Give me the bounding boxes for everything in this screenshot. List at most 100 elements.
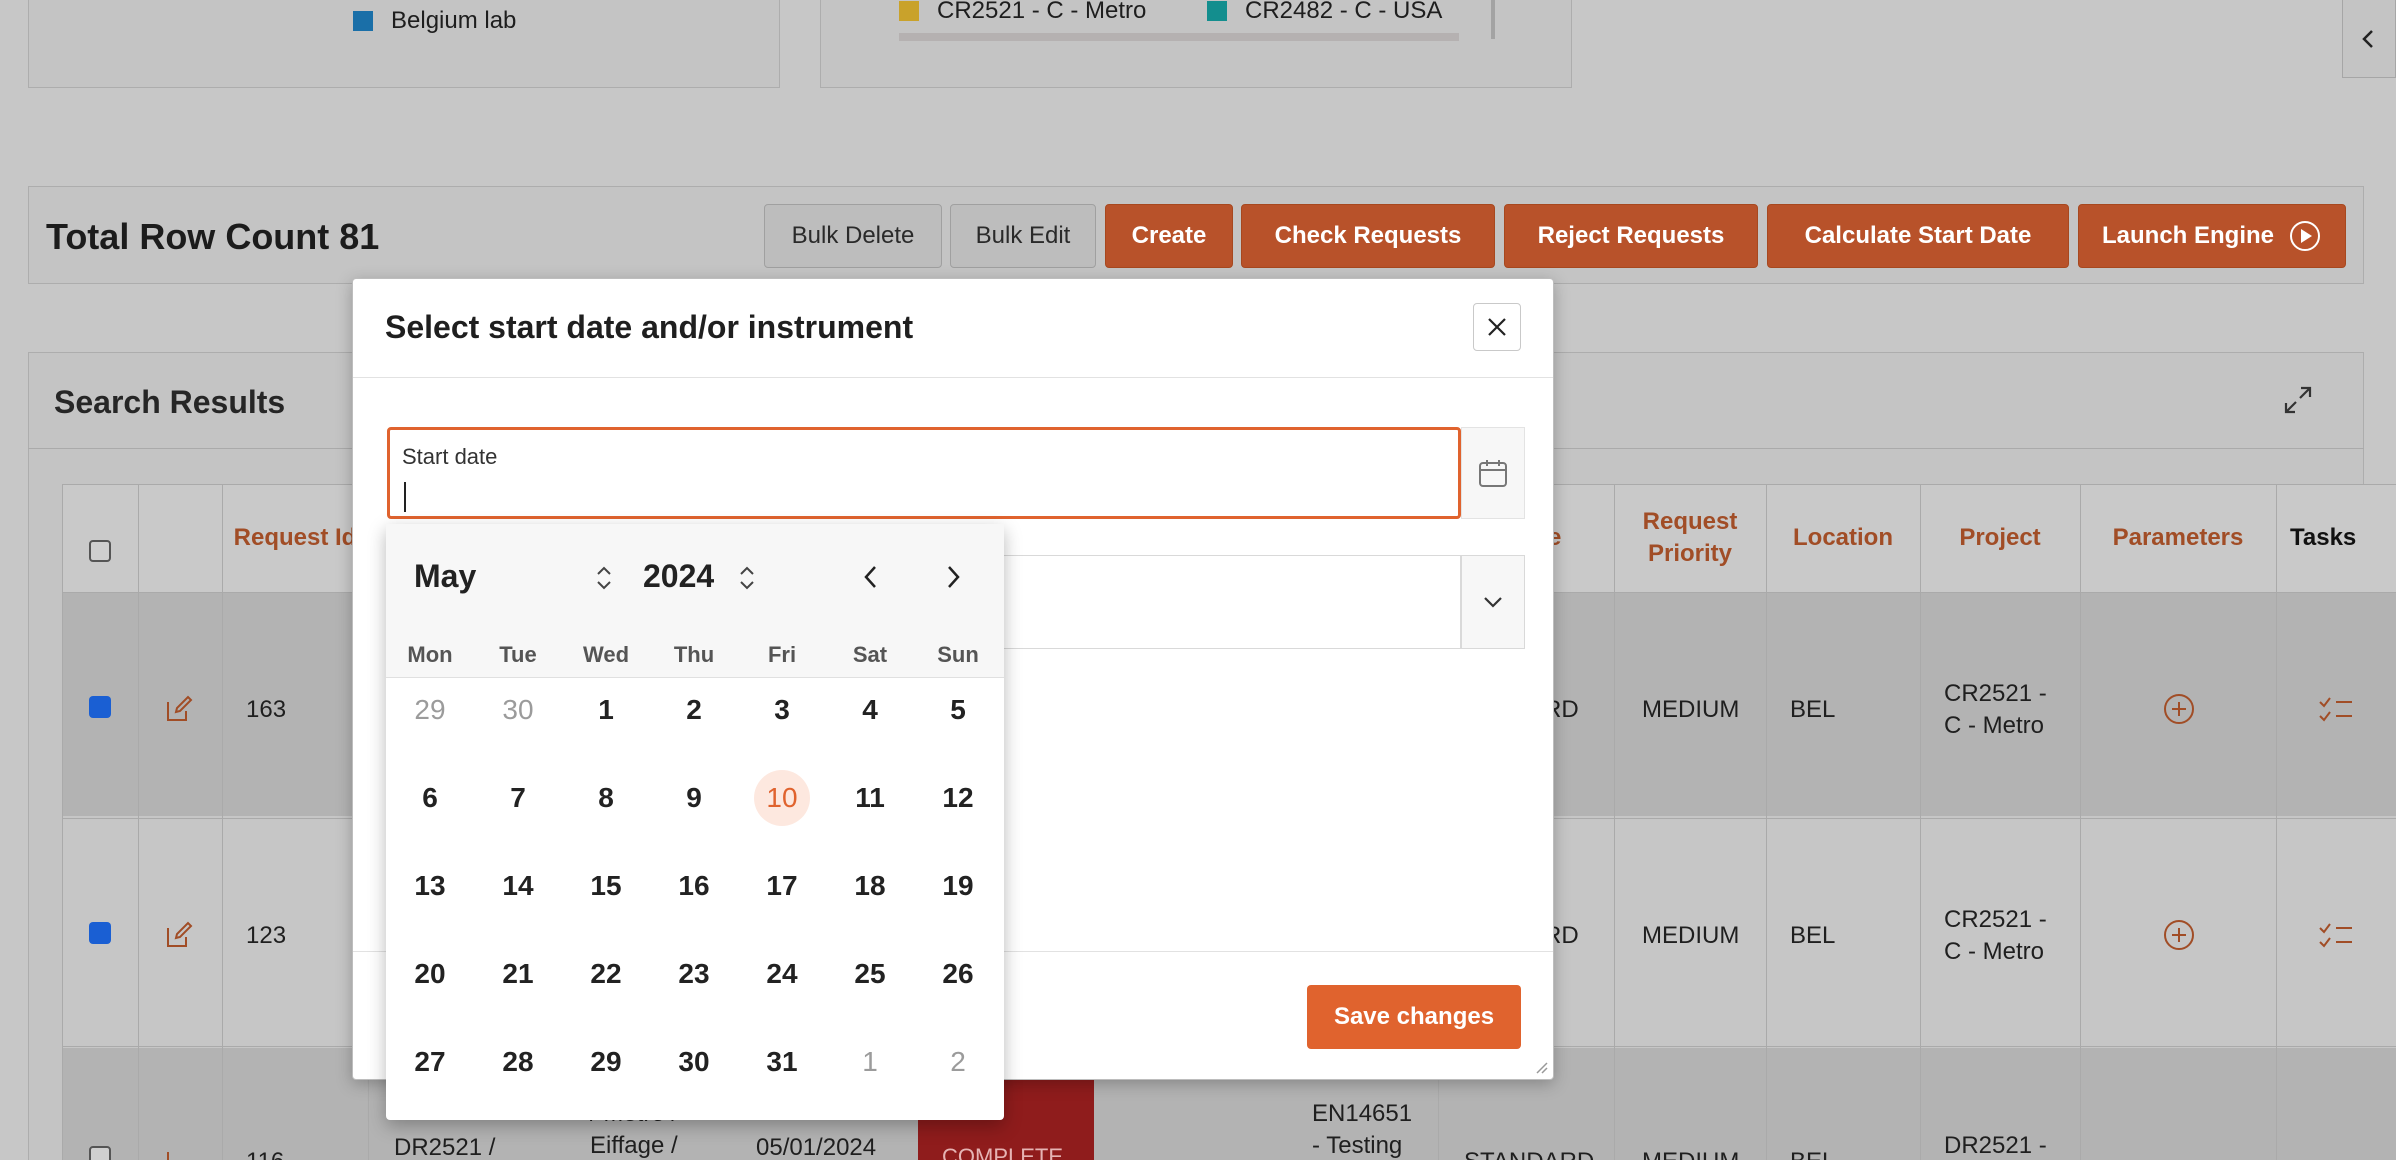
day-cell[interactable]: 22 xyxy=(562,946,650,1002)
day-cell[interactable]: 31 xyxy=(738,1034,826,1090)
day-cell[interactable]: 29 xyxy=(386,682,474,738)
day-cell[interactable]: 15 xyxy=(562,858,650,914)
day-number: 12 xyxy=(942,782,974,813)
legend-swatch xyxy=(353,11,373,31)
launch-engine-button[interactable]: Launch Engine xyxy=(2078,204,2346,268)
day-cell[interactable]: 7 xyxy=(474,770,562,826)
day-cell[interactable]: 27 xyxy=(386,1034,474,1090)
day-cell[interactable]: 30 xyxy=(474,682,562,738)
column-header-request-id[interactable]: Request Id xyxy=(222,484,368,592)
day-cell[interactable]: 20 xyxy=(386,946,474,1002)
day-cell[interactable]: 25 xyxy=(826,946,914,1002)
edit-icon[interactable] xyxy=(164,920,194,950)
cell-priority: MEDIUM xyxy=(1642,922,1740,949)
day-number: 7 xyxy=(510,782,526,813)
day-cell[interactable]: 14 xyxy=(474,858,562,914)
tasks-checklist-icon[interactable] xyxy=(2318,920,2354,950)
open-calendar-button[interactable] xyxy=(1461,427,1525,519)
column-header-parameters[interactable]: Parameters xyxy=(2080,484,2276,592)
cell-priority: MEDIUM xyxy=(1642,1146,1739,1160)
day-cell[interactable]: 24 xyxy=(738,946,826,1002)
day-number: 17 xyxy=(766,870,798,901)
day-number: 19 xyxy=(942,870,974,901)
column-header-tasks[interactable]: Tasks xyxy=(2290,484,2396,592)
day-cell[interactable]: 30 xyxy=(650,1034,738,1090)
year-updown-icon[interactable] xyxy=(737,564,757,592)
edit-icon[interactable] xyxy=(164,1144,194,1160)
chart-card-right: CR2521 - C - Metro CR2482 - C - USA xyxy=(820,0,1572,88)
day-cell[interactable]: 13 xyxy=(386,858,474,914)
row-checkbox[interactable] xyxy=(89,696,111,718)
edit-icon[interactable] xyxy=(164,694,194,724)
chevron-left-icon xyxy=(864,566,876,588)
legend-scrollbar[interactable] xyxy=(1491,0,1495,39)
save-changes-button[interactable]: Save changes xyxy=(1307,985,1521,1049)
cell-method: EN14651 - Testing xyxy=(1312,1100,1413,1159)
day-cell[interactable]: 23 xyxy=(650,946,738,1002)
create-button[interactable]: Create xyxy=(1105,204,1233,268)
calculate-start-date-button[interactable]: Calculate Start Date xyxy=(1767,204,2069,268)
day-cell[interactable]: 6 xyxy=(386,770,474,826)
add-parameter-icon[interactable] xyxy=(2162,918,2196,952)
cell-date: 05/01/2024 xyxy=(756,1134,877,1160)
row-checkbox[interactable] xyxy=(89,1146,111,1160)
day-cell[interactable]: 4 xyxy=(826,682,914,738)
day-cell[interactable]: 18 xyxy=(826,858,914,914)
row-checkbox[interactable] xyxy=(89,922,111,944)
cell-location: BEL xyxy=(1790,696,1836,723)
start-date-label: Start date xyxy=(402,444,498,469)
day-cell[interactable]: 19 xyxy=(914,858,1002,914)
day-cell[interactable]: 11 xyxy=(826,770,914,826)
next-month-button[interactable] xyxy=(938,562,968,592)
legend-swatch xyxy=(899,1,919,21)
legend-label: CR2482 - C - USA xyxy=(1245,0,1443,24)
day-number: 28 xyxy=(502,1046,534,1077)
check-requests-button[interactable]: Check Requests xyxy=(1241,204,1495,268)
day-cell[interactable]: 12 xyxy=(914,770,1002,826)
day-cell[interactable]: 1 xyxy=(562,682,650,738)
column-header-project[interactable]: Project xyxy=(1920,484,2080,592)
start-date-field[interactable]: Start date xyxy=(387,427,1461,519)
day-cell[interactable]: 26 xyxy=(914,946,1002,1002)
select-all-checkbox[interactable] xyxy=(89,540,111,562)
day-cell[interactable]: 16 xyxy=(650,858,738,914)
close-icon xyxy=(1488,318,1506,336)
text-caret xyxy=(404,482,406,512)
day-cell[interactable]: 9 xyxy=(650,770,738,826)
legend-overflow xyxy=(899,33,1459,41)
day-cell[interactable]: 2 xyxy=(650,682,738,738)
total-row-count: Total Row Count 81 xyxy=(46,216,380,257)
tasks-checklist-icon[interactable] xyxy=(2318,694,2354,724)
close-modal-button[interactable] xyxy=(1473,303,1521,351)
day-cell[interactable]: 3 xyxy=(738,682,826,738)
modal-header-divider xyxy=(353,377,1553,378)
column-header-request-priority[interactable]: Request Priority xyxy=(1614,484,1766,592)
add-parameter-icon[interactable] xyxy=(2162,692,2196,726)
search-results-title: Search Results xyxy=(54,384,286,420)
bulk-delete-button[interactable]: Bulk Delete xyxy=(764,204,942,268)
day-cell-today[interactable]: 10 xyxy=(738,770,826,826)
day-cell[interactable]: 29 xyxy=(562,1034,650,1090)
day-cell[interactable]: 5 xyxy=(914,682,1002,738)
day-number: 11 xyxy=(855,782,885,813)
instrument-dropdown-button[interactable] xyxy=(1461,555,1525,649)
month-select[interactable]: May xyxy=(414,558,476,595)
day-cell[interactable]: 1 xyxy=(826,1034,914,1090)
calendar-icon xyxy=(1479,460,1507,487)
day-cell[interactable]: 8 xyxy=(562,770,650,826)
column-header-location[interactable]: Location xyxy=(1766,484,1920,592)
day-cell[interactable]: 28 xyxy=(474,1034,562,1090)
year-select[interactable]: 2024 xyxy=(643,558,714,595)
chart-card-left: Belgium lab xyxy=(28,0,780,88)
bulk-edit-button[interactable]: Bulk Edit xyxy=(950,204,1096,268)
day-number: 9 xyxy=(686,782,702,813)
previous-month-button[interactable] xyxy=(856,562,886,592)
expand-icon[interactable] xyxy=(2282,384,2314,421)
reject-requests-button[interactable]: Reject Requests xyxy=(1504,204,1758,268)
resize-handle-icon[interactable] xyxy=(1533,1059,1549,1075)
day-cell[interactable]: 2 xyxy=(914,1034,1002,1090)
day-cell[interactable]: 21 xyxy=(474,946,562,1002)
month-updown-icon[interactable] xyxy=(594,564,614,592)
collapse-panel-button[interactable] xyxy=(2342,0,2396,78)
day-cell[interactable]: 17 xyxy=(738,858,826,914)
